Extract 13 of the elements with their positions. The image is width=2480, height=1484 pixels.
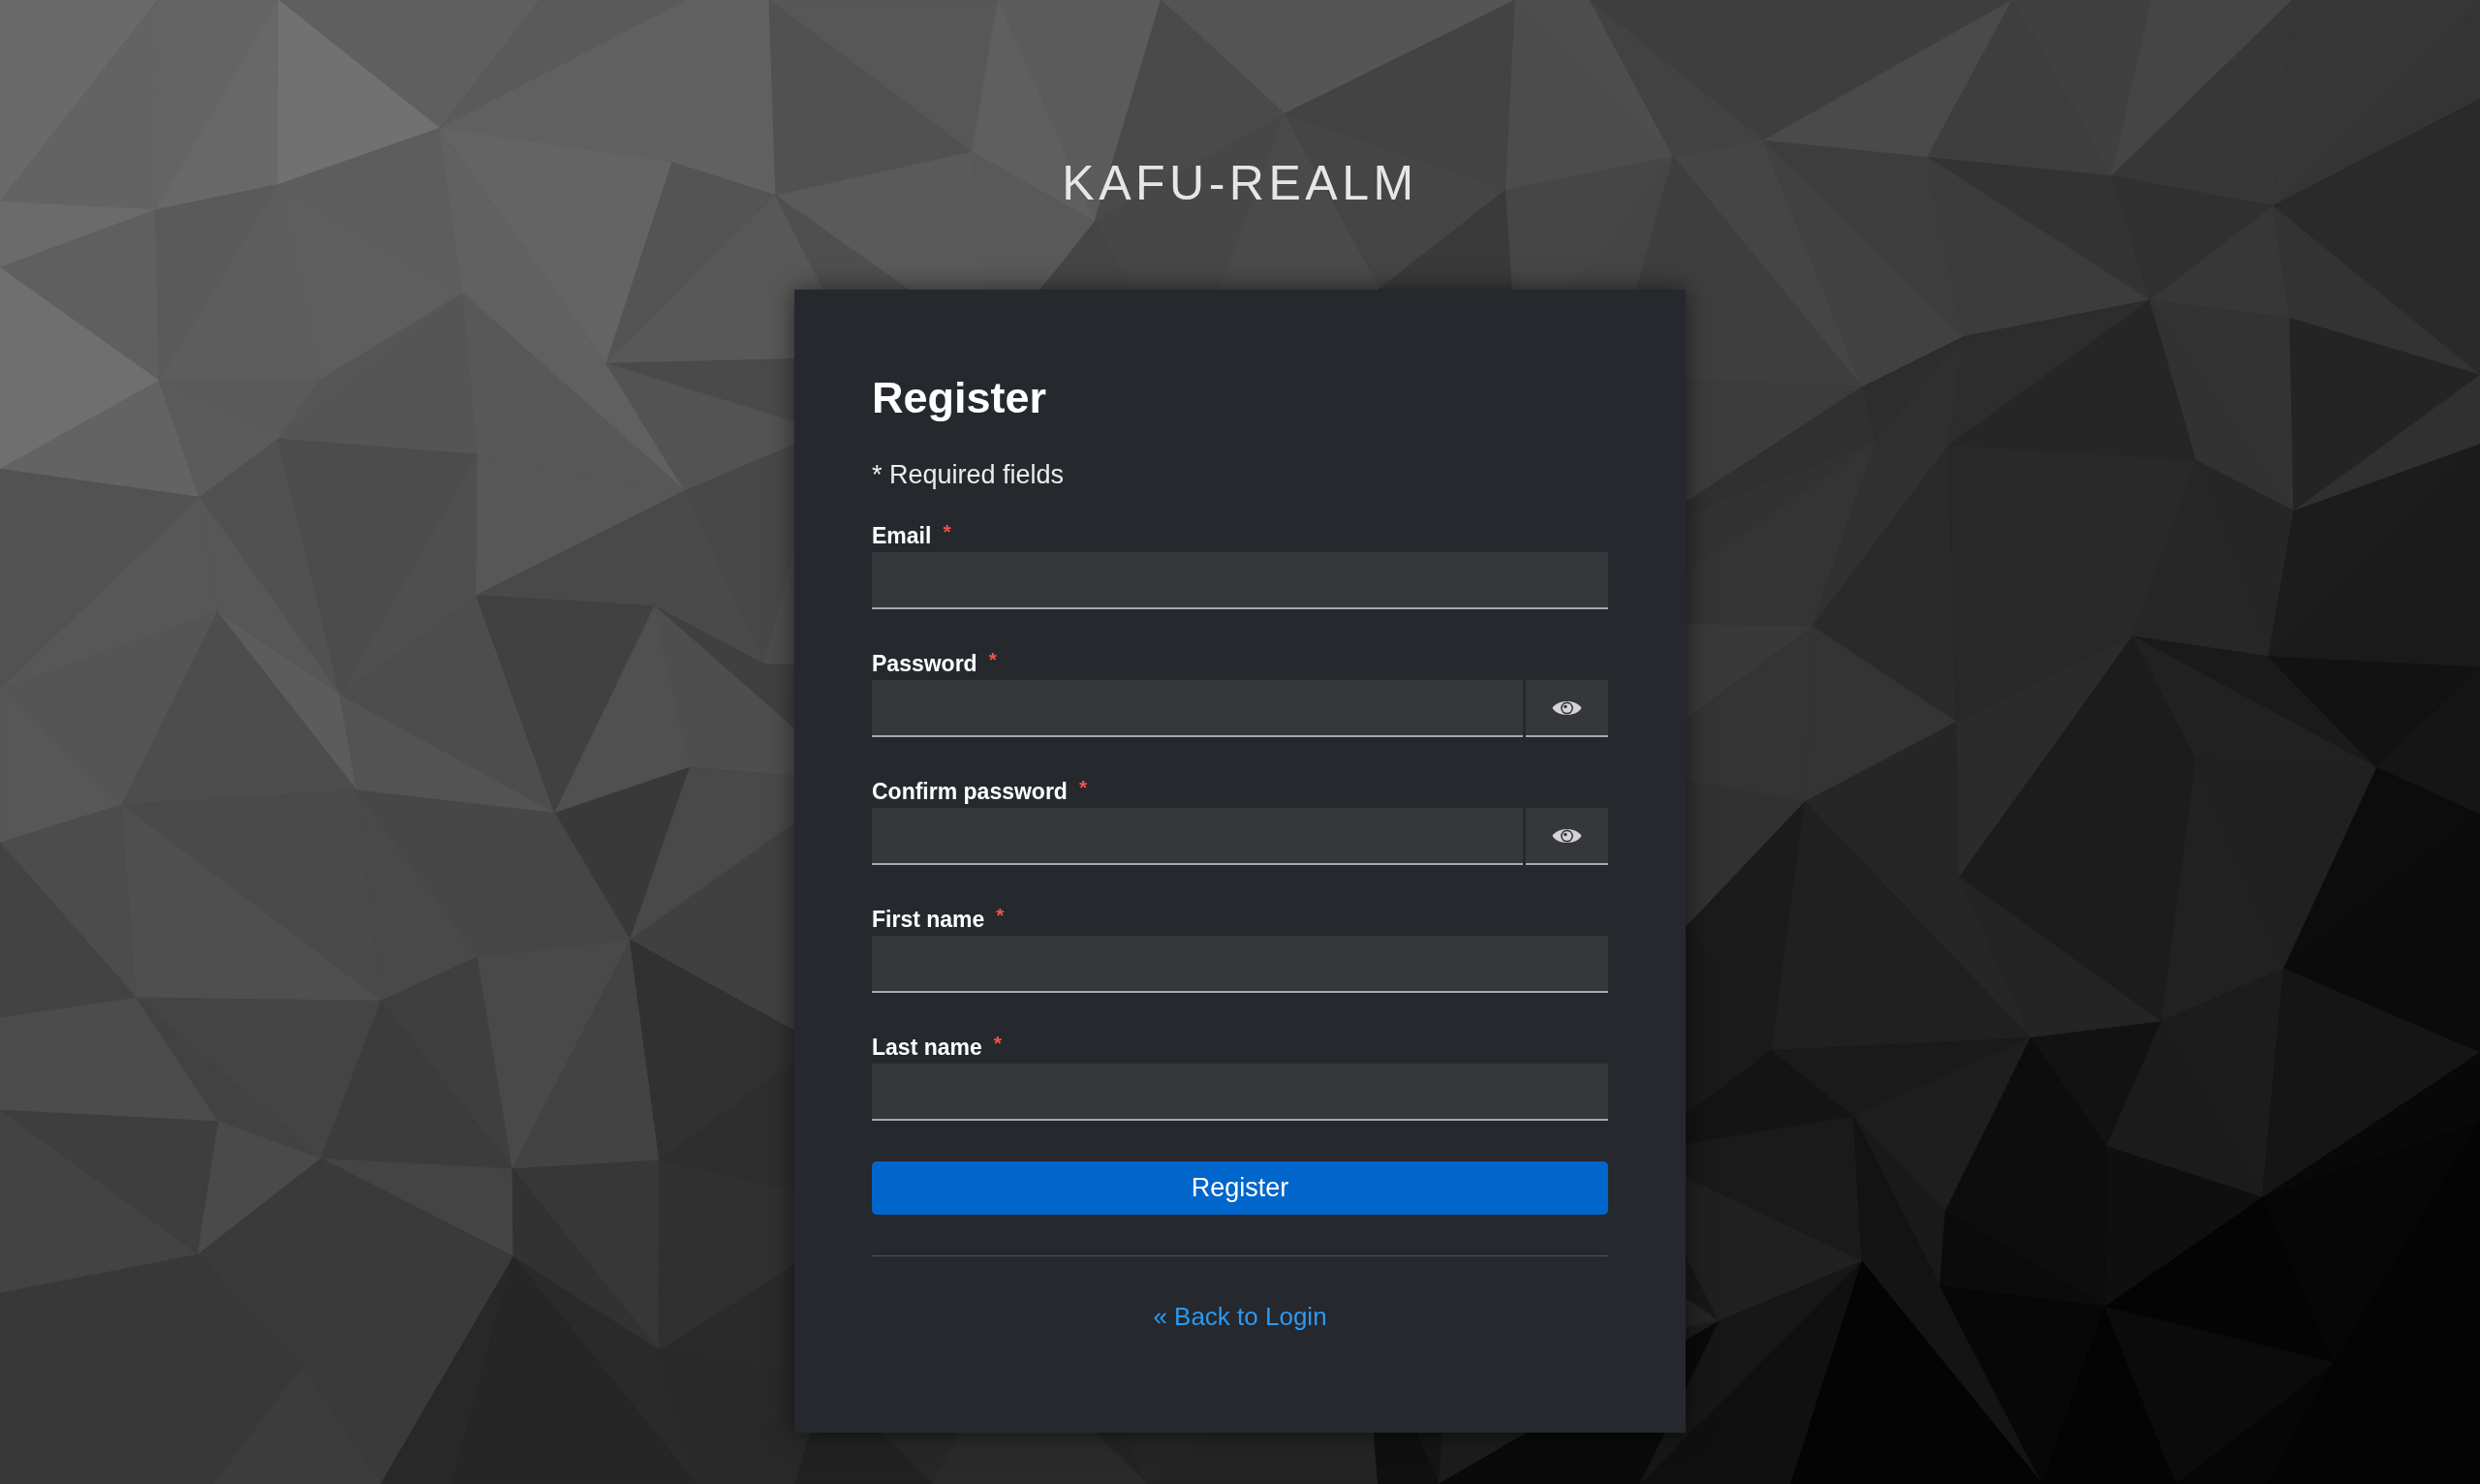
required-asterisk: *: [993, 1031, 1002, 1056]
required-asterisk: *: [988, 647, 997, 672]
required-fields-note: * Required fields: [872, 459, 1065, 491]
required-asterisk: *: [943, 519, 951, 544]
field-label: Last name: [872, 1034, 982, 1062]
form-title: Register: [872, 372, 1047, 424]
field-label: Email: [872, 522, 932, 550]
realm-title: KAFU-REALM: [1062, 155, 1418, 212]
field-label: First name: [872, 906, 985, 934]
field-label: Password: [872, 650, 977, 678]
required-asterisk: *: [996, 903, 1005, 928]
required-asterisk: *: [1078, 775, 1088, 800]
field-label: Confirm password: [872, 778, 1068, 806]
